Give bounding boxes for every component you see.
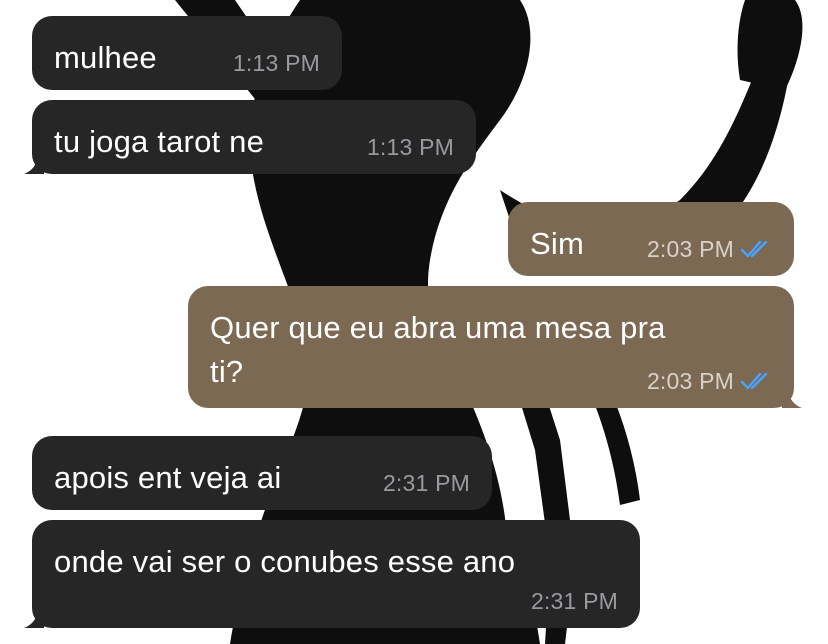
message-time: 2:03 PM [646,368,734,394]
outgoing-message-bubble[interactable]: Sim 2:03 PM [508,202,794,276]
message-timestamp: 2:31 PM [383,470,470,496]
message-timestamp: 2:03 PM [647,368,772,394]
message-time: 2:03 PM [646,236,734,262]
incoming-message-bubble[interactable]: mulhee 1:13 PM [32,16,342,90]
message-time: 1:13 PM [232,50,320,76]
incoming-message-bubble[interactable]: tu joga tarot ne 1:13 PM [24,100,476,174]
incoming-message-bubble[interactable]: onde vai ser o conubes esse ano 2:31 PM [24,520,640,628]
bubble-tail-icon [782,388,802,408]
bubble-tail-icon [24,154,44,174]
double-check-read-icon [740,240,768,258]
double-check-read-icon [740,372,768,390]
message-text: onde vai ser o conubes esse ano [54,544,516,579]
message-timestamp: 2:03 PM [647,236,772,262]
incoming-message-bubble[interactable]: apois ent veja ai 2:31 PM [32,436,492,510]
bubble-tail-icon [24,608,44,628]
message-timestamp: 1:13 PM [367,134,454,160]
message-time: 2:31 PM [530,588,618,614]
message-timestamp: 1:13 PM [233,50,320,76]
message-time: 1:13 PM [366,134,454,160]
message-timestamp: 2:31 PM [531,588,618,614]
message-time: 2:31 PM [382,470,470,496]
outgoing-message-bubble[interactable]: Quer que eu abra uma mesa pra ti? 2:03 P… [188,286,802,408]
